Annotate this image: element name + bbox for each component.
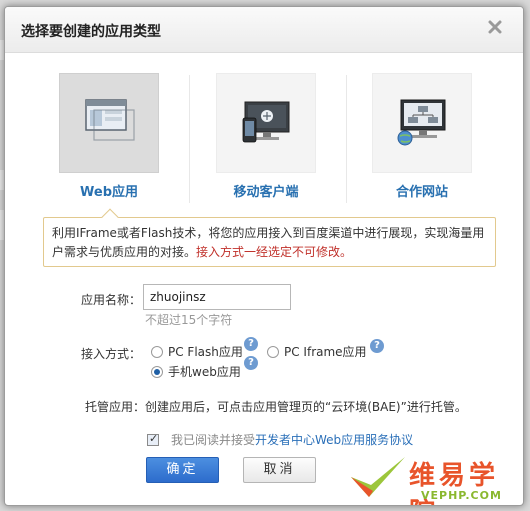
cancel-button[interactable]: 取消 — [243, 457, 316, 483]
radio-button[interactable] — [267, 345, 279, 358]
radio-pc-flash-label: PC Flash应用 — [168, 345, 243, 359]
dialog-titlebar: 选择要创建的应用类型 — [5, 7, 523, 53]
app-type-web-tile — [59, 73, 159, 173]
confirm-button[interactable]: 确定 — [146, 457, 219, 483]
app-name-input[interactable] — [143, 284, 291, 310]
app-type-partner-label: 合作网站 — [395, 185, 448, 200]
app-type-description: 利用IFrame或者Flash技术，将您的应用接入到百度渠道中进行展现，实现海量… — [43, 208, 496, 267]
app-type-partner-tile — [372, 73, 472, 173]
app-type-web-label: Web应用 — [80, 185, 138, 200]
close-icon[interactable] — [485, 17, 505, 37]
web-window-icon — [85, 99, 135, 141]
dialog-title: 选择要创建的应用类型 — [21, 24, 161, 40]
description-pointer — [101, 208, 119, 226]
app-name-label: 应用名称： — [81, 293, 142, 307]
watermark-url: VEPHP.COM — [421, 489, 502, 502]
help-icon[interactable]: ? — [244, 337, 258, 351]
network-site-icon — [397, 99, 446, 146]
app-type-mobile-label: 移动客户端 — [233, 185, 299, 200]
app-type-web[interactable]: Web应用 — [44, 73, 174, 203]
agreement-prefix: 我已阅读并接受 — [171, 433, 256, 447]
agreement-link[interactable]: 开发者中心Web应用服务协议 — [255, 431, 413, 448]
radio-pc-flash[interactable]: PC Flash应用 — [151, 343, 243, 360]
access-method-label: 接入方式： — [81, 347, 142, 361]
help-icon[interactable]: ? — [370, 339, 384, 353]
create-app-dialog: 选择要创建的应用类型 Web应用 移动客户端 合作网站 利用IFrame或者Fl… — [4, 6, 524, 506]
divider — [189, 75, 190, 203]
app-type-mobile-tile — [216, 73, 316, 173]
check-swoosh-icon — [351, 457, 405, 497]
app-type-partner-site[interactable]: 合作网站 — [357, 73, 487, 203]
radio-mobile-web-label: 手机web应用 — [168, 365, 241, 379]
radio-pc-iframe[interactable]: PC Iframe应用 — [267, 343, 367, 360]
divider — [346, 75, 347, 203]
hosted-app-note: 托管应用：创建应用后，可点击应用管理页的“云环境(BAE)”进行托管。 — [85, 400, 467, 414]
agreement-checkbox[interactable] — [147, 432, 159, 446]
app-name-hint: 不超过15个字符 — [145, 313, 233, 327]
description-warning: 接入方式一经选定不可修改。 — [196, 245, 353, 259]
agreement-row: 我已阅读并接受 开发者中心Web应用服务协议 — [147, 431, 413, 448]
radio-pc-iframe-label: PC Iframe应用 — [284, 345, 367, 359]
help-icon[interactable]: ? — [244, 356, 258, 370]
app-type-mobile[interactable]: 移动客户端 — [201, 73, 331, 203]
radio-button[interactable] — [151, 345, 163, 358]
mobile-device-icon — [242, 101, 290, 143]
radio-button-selected[interactable] — [151, 365, 163, 378]
app-type-selector: Web应用 移动客户端 合作网站 — [5, 73, 523, 203]
watermark-logo: 维易学院 VEPHP.COM — [347, 451, 523, 505]
radio-mobile-web[interactable]: 手机web应用 — [151, 363, 241, 380]
